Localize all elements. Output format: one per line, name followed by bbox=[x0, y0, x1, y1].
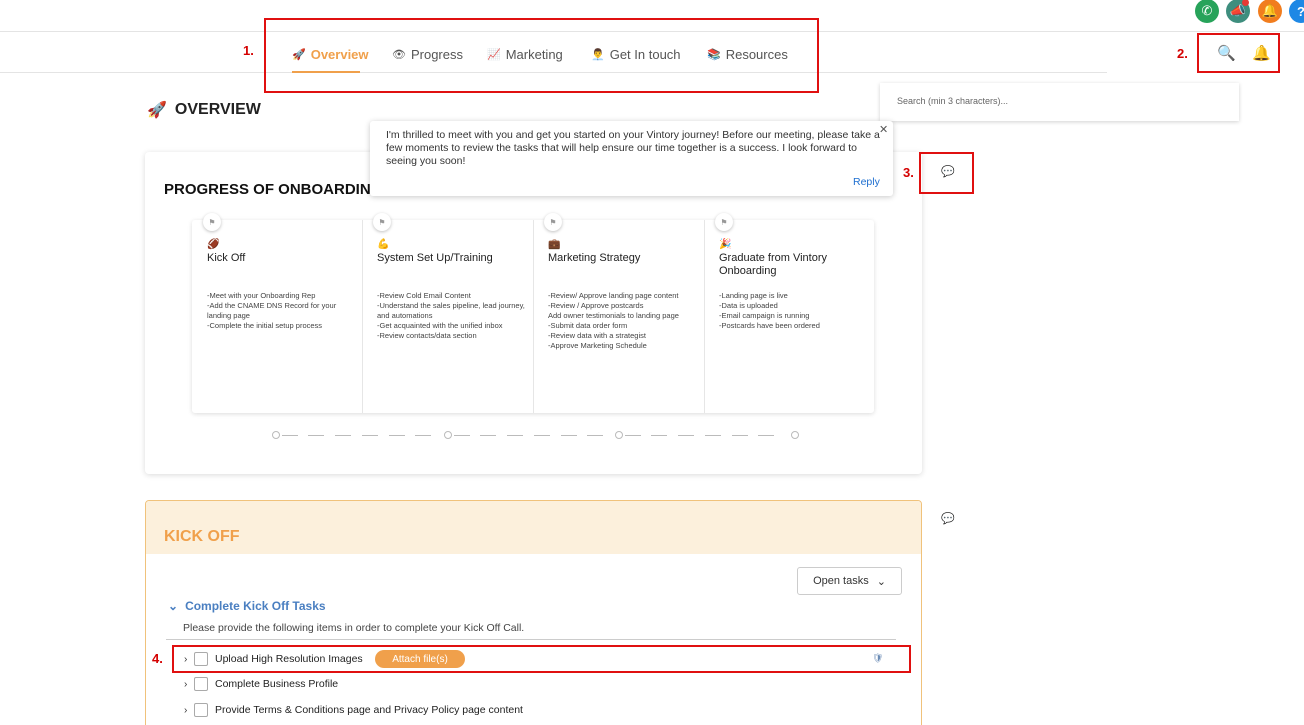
timeline-dash bbox=[651, 435, 667, 436]
timeline-dash bbox=[415, 435, 431, 436]
timeline-dash bbox=[454, 435, 470, 436]
help-icon[interactable]: ? bbox=[1289, 0, 1304, 23]
chevron-down-icon: ⌄ bbox=[168, 599, 179, 613]
timeline-dash bbox=[389, 435, 405, 436]
section-title: Complete Kick Off Tasks bbox=[185, 599, 326, 613]
section-description: Please provide the following items in or… bbox=[183, 622, 525, 634]
notification-bell-icon[interactable]: 🔔 bbox=[1252, 44, 1271, 62]
section-divider bbox=[166, 639, 896, 640]
task-row[interactable]: › Provide Terms & Conditions page and Pr… bbox=[184, 701, 523, 719]
search-icon[interactable]: 🔍 bbox=[1217, 44, 1236, 62]
step-title: Marketing Strategy bbox=[548, 252, 641, 264]
open-tasks-dropdown[interactable]: Open tasks ⌄ bbox=[797, 567, 902, 595]
step-description: -Review/ Approve landing page content -R… bbox=[548, 291, 679, 350]
muscle-icon: 💪 bbox=[377, 239, 390, 250]
attach-files-button[interactable]: Attach file(s) bbox=[375, 650, 465, 668]
timeline-dash bbox=[282, 435, 298, 436]
timeline-dash bbox=[705, 435, 721, 436]
task-label: Provide Terms & Conditions page and Priv… bbox=[215, 704, 523, 716]
timeline-dash bbox=[308, 435, 324, 436]
timeline-dash bbox=[587, 435, 603, 436]
timeline-dot bbox=[444, 431, 452, 439]
kickoff-card-header bbox=[146, 501, 921, 554]
open-tasks-label: Open tasks bbox=[813, 575, 869, 587]
chevron-right-icon[interactable]: › bbox=[184, 679, 194, 690]
flag-icon: ⚑ bbox=[203, 213, 221, 231]
briefcase-icon: 💼 bbox=[548, 239, 561, 250]
bell-icon[interactable]: 🔔 bbox=[1258, 0, 1282, 23]
task-row[interactable]: › Upload High Resolution Images bbox=[184, 650, 363, 668]
task-label: Complete Business Profile bbox=[215, 678, 339, 690]
progress-card-title: PROGRESS OF ONBOARDIN bbox=[164, 181, 371, 198]
task-checkbox[interactable] bbox=[194, 652, 208, 666]
step-title: Graduate from Vintory Onboarding bbox=[719, 252, 828, 277]
reply-link[interactable]: Reply bbox=[853, 176, 880, 188]
party-icon: 🎉 bbox=[719, 239, 732, 250]
shield-icon: 🛡 bbox=[872, 653, 884, 663]
section-header[interactable]: ⌄ Complete Kick Off Tasks bbox=[168, 599, 326, 613]
kickoff-title: KICK OFF bbox=[164, 528, 240, 545]
timeline-dash bbox=[362, 435, 378, 436]
search-input[interactable]: Search (min 3 characters)... bbox=[880, 83, 1239, 121]
timeline-dot bbox=[791, 431, 799, 439]
step-description: -Review Cold Email Content -Understand t… bbox=[377, 291, 525, 340]
chevron-right-icon[interactable]: › bbox=[184, 654, 194, 665]
task-checkbox[interactable] bbox=[194, 677, 208, 691]
annotation-number-1: 1. bbox=[243, 43, 254, 58]
page-title-text: OVERVIEW bbox=[174, 101, 261, 118]
timeline-dot bbox=[615, 431, 623, 439]
close-icon[interactable]: ✕ bbox=[879, 123, 888, 136]
step-description: -Landing page is live -Data is uploaded … bbox=[719, 291, 820, 330]
timeline-dash bbox=[678, 435, 694, 436]
timeline-dash bbox=[335, 435, 351, 436]
phone-icon[interactable]: ✆ bbox=[1195, 0, 1219, 23]
timeline-dash bbox=[732, 435, 748, 436]
task-checkbox[interactable] bbox=[194, 703, 208, 717]
timeline-dash bbox=[625, 435, 641, 436]
step-title: Kick Off bbox=[207, 252, 246, 264]
annotation-number-3: 3. bbox=[903, 165, 914, 180]
task-row[interactable]: › Complete Business Profile bbox=[184, 675, 338, 693]
rocket-icon: 🚀 bbox=[147, 102, 167, 119]
step-description: -Meet with your Onboarding Rep -Add the … bbox=[207, 291, 337, 330]
annotation-number-2: 2. bbox=[1177, 46, 1188, 61]
timeline-dot bbox=[272, 431, 280, 439]
progress-timeline bbox=[272, 431, 800, 441]
flag-icon: ⚑ bbox=[373, 213, 391, 231]
step-divider bbox=[704, 220, 705, 413]
comment-icon[interactable]: 💬 bbox=[941, 512, 955, 525]
chevron-down-icon: ⌄ bbox=[876, 575, 886, 588]
comment-icon[interactable]: 💬 bbox=[941, 165, 955, 178]
chevron-right-icon[interactable]: › bbox=[184, 705, 194, 716]
timeline-dash bbox=[758, 435, 774, 436]
annotation-box-1 bbox=[264, 18, 819, 93]
task-label: Upload High Resolution Images bbox=[215, 653, 363, 665]
page-title: 🚀 OVERVIEW bbox=[147, 100, 261, 120]
flag-icon: ⚑ bbox=[715, 213, 733, 231]
step-divider bbox=[533, 220, 534, 413]
timeline-dash bbox=[561, 435, 577, 436]
flag-icon: ⚑ bbox=[544, 213, 562, 231]
timeline-dash bbox=[507, 435, 523, 436]
timeline-dash bbox=[480, 435, 496, 436]
football-icon: 🏈 bbox=[207, 239, 220, 250]
annotation-number-4: 4. bbox=[152, 651, 163, 666]
step-divider bbox=[362, 220, 363, 413]
popup-message: I'm thrilled to meet with you and get yo… bbox=[386, 129, 880, 167]
timeline-dash bbox=[534, 435, 550, 436]
step-title: System Set Up/Training bbox=[377, 252, 493, 264]
